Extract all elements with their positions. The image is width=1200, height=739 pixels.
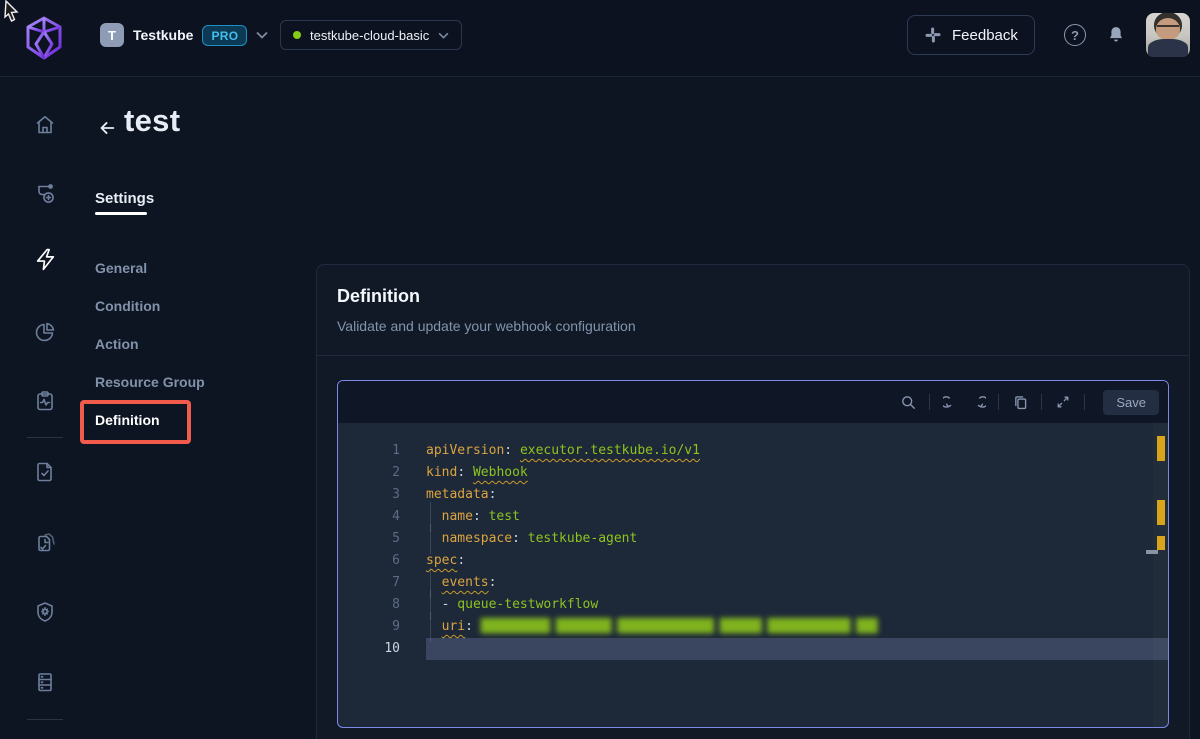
save-button[interactable]: Save <box>1103 390 1159 415</box>
tab-active-underline <box>95 212 147 215</box>
bell-icon[interactable] <box>1106 24 1126 51</box>
top-header: T Testkube PRO testkube-cloud-basic Feed… <box>0 0 1200 77</box>
code-area[interactable]: 1apiVersion: executor.testkube.io/v12kin… <box>338 423 1168 728</box>
back-button[interactable] <box>96 117 118 139</box>
warning-mark <box>1157 500 1165 525</box>
line-number: 1 <box>338 440 400 462</box>
line-number: 9 <box>338 616 400 638</box>
user-avatar[interactable] <box>1146 13 1190 57</box>
flow-add-icon <box>33 181 57 205</box>
settings-subnav: General Condition Action Resource Group Defi… <box>95 261 205 451</box>
chevron-down-icon <box>438 32 449 39</box>
server-icon <box>33 670 57 694</box>
definition-card-header: Definition Validate and update your webh… <box>317 265 1189 356</box>
expand-button[interactable] <box>1050 389 1076 415</box>
sidebar-item-monitoring[interactable] <box>33 389 57 413</box>
line-number: 5 <box>338 528 400 550</box>
undo-icon <box>943 394 960 411</box>
code-line: 9 uri: ██████████ ████████ █████████████… <box>338 616 1168 638</box>
copy-icon <box>1012 394 1029 411</box>
code-line: 8 - queue-testworkflow <box>338 594 1168 616</box>
clipboard-pulse-icon <box>33 389 57 413</box>
code-line: 7 events: <box>338 572 1168 594</box>
redo-icon <box>969 394 986 411</box>
feedback-label: Feedback <box>952 27 1018 44</box>
subnav-item-general[interactable]: General <box>95 261 205 275</box>
toolbar-separator <box>998 394 999 410</box>
copy-button[interactable] <box>1007 389 1033 415</box>
warning-mark <box>1157 436 1165 461</box>
code-line: 5 namespace: testkube-agent <box>338 528 1168 550</box>
subnav-item-definition[interactable]: Definition <box>95 413 205 427</box>
line-number: 7 <box>338 572 400 594</box>
sidebar-item-webhooks[interactable] <box>33 247 57 271</box>
toolbar-separator <box>929 394 930 410</box>
sidebar-item-triggers[interactable] <box>33 181 57 205</box>
sidebar-item-executors[interactable] <box>33 600 57 624</box>
line-number: 4 <box>338 506 400 528</box>
code-line: 10 <box>338 638 1168 660</box>
code-line: 4 name: test <box>338 506 1168 528</box>
feedback-button[interactable]: Feedback <box>907 15 1035 55</box>
env-name: testkube-cloud-basic <box>310 28 429 43</box>
env-status-dot <box>293 31 301 39</box>
subnav-item-resource-group[interactable]: Resource Group <box>95 375 205 389</box>
toolbar-separator <box>1041 394 1042 410</box>
line-number: 3 <box>338 484 400 506</box>
code-line: 6spec: <box>338 550 1168 572</box>
icon-sidebar <box>0 77 90 739</box>
help-icon[interactable]: ? <box>1064 24 1086 46</box>
page-title: test <box>124 103 180 139</box>
sidebar-item-insights[interactable] <box>33 320 57 344</box>
sidebar-item-sources[interactable] <box>33 670 57 694</box>
code-line: 3metadata: <box>338 484 1168 506</box>
home-icon <box>33 113 57 137</box>
expand-icon <box>1055 394 1071 410</box>
warning-mark <box>1157 536 1165 550</box>
files-check-icon <box>33 529 59 555</box>
shield-gear-icon <box>33 600 57 624</box>
undo-button[interactable] <box>938 389 964 415</box>
plan-badge: PRO <box>202 25 247 46</box>
subnav-item-condition[interactable]: Condition <box>95 299 205 313</box>
editor-scrollbar[interactable] <box>1153 423 1168 727</box>
code-line: 2kind: Webhook <box>338 462 1168 484</box>
line-number: 10 <box>338 638 400 660</box>
line-number: 8 <box>338 594 400 616</box>
line-number: 2 <box>338 462 400 484</box>
slack-icon <box>924 26 942 44</box>
redo-button[interactable] <box>964 389 990 415</box>
sidebar-item-tests[interactable] <box>33 460 57 484</box>
org-name: Testkube <box>133 27 193 43</box>
toolbar-separator <box>1084 394 1085 410</box>
sidebar-item-home[interactable] <box>33 113 57 137</box>
definition-card: Definition Validate and update your webh… <box>316 264 1190 739</box>
pie-chart-icon <box>33 320 57 344</box>
tab-settings[interactable]: Settings <box>95 190 154 207</box>
sidebar-divider <box>27 437 63 438</box>
file-check-icon <box>33 460 57 484</box>
code-line: 1apiVersion: executor.testkube.io/v1 <box>338 440 1168 462</box>
testkube-logo <box>22 14 66 62</box>
chevron-down-icon <box>256 31 268 39</box>
lightning-icon <box>33 247 58 272</box>
subnav-item-action[interactable]: Action <box>95 337 205 351</box>
editor-toolbar: Save <box>338 381 1168 423</box>
sidebar-item-test-suites[interactable] <box>33 529 57 553</box>
org-initial-badge: T <box>100 23 124 47</box>
card-subtitle: Validate and update your webhook configu… <box>337 318 1169 334</box>
card-title: Definition <box>337 286 1169 307</box>
environment-selector[interactable]: testkube-cloud-basic <box>280 20 462 50</box>
line-number: 6 <box>338 550 400 572</box>
search-button[interactable] <box>895 389 921 415</box>
cursor-mark <box>1146 550 1158 554</box>
search-icon <box>900 394 917 411</box>
org-switcher[interactable]: T Testkube PRO <box>100 23 268 47</box>
yaml-editor: Save 1apiVersion: executor.testkube.io/v… <box>337 380 1169 728</box>
sidebar-divider <box>27 719 63 720</box>
